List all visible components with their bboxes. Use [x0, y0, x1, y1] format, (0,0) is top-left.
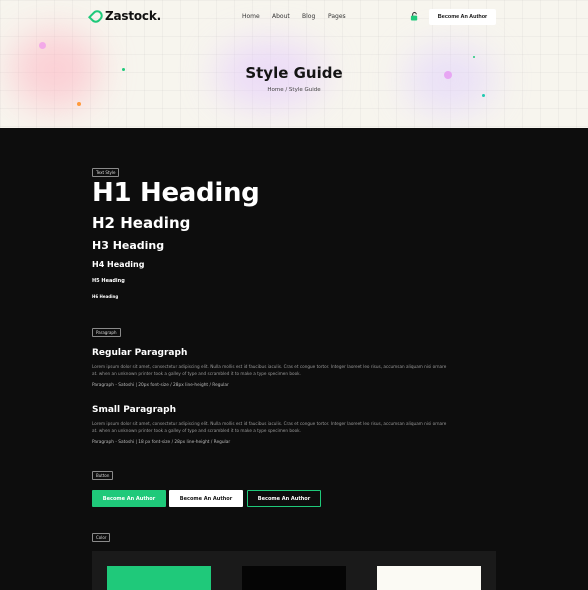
hero-dot-small: [473, 56, 475, 58]
logo-leaf-icon: [88, 7, 105, 25]
h4-heading: H4 Heading: [92, 260, 145, 269]
top-nav: Zastock. Home About Blog Pages Become An…: [0, 0, 588, 34]
small-paragraph-title: Small Paragraph: [92, 405, 176, 415]
accent-color-swatch: [107, 566, 211, 590]
nav-item-about[interactable]: About: [272, 13, 302, 20]
become-author-button[interactable]: Become An Author: [429, 9, 496, 25]
regular-paragraph-text: Lorem ipsum dolor sit amet, consectetur …: [92, 364, 447, 376]
dark-color-swatch: [242, 566, 346, 590]
button-tag: Button: [92, 471, 114, 480]
outline-button[interactable]: Become An Author: [247, 490, 321, 507]
h6-heading: H6 Heading: [92, 294, 119, 299]
small-paragraph-meta: Paragraph - Satoshi | 18 px font-size / …: [92, 440, 231, 445]
hero-dot-teal: [482, 94, 485, 97]
page-title: Style Guide: [245, 64, 343, 82]
paragraph-tag: Paragraph: [92, 328, 121, 337]
secondary-button[interactable]: Become An Author: [169, 490, 243, 507]
regular-paragraph-meta: Paragraph - Satoshi | 20px font-size / 2…: [92, 383, 229, 388]
logo[interactable]: Zastock.: [88, 7, 161, 25]
h1-heading: H1 Heading: [92, 178, 260, 208]
light-color-swatch: [377, 566, 481, 590]
lock-icon[interactable]: [410, 12, 419, 21]
small-paragraph-text: Lorem ipsum dolor sit amet, consectetur …: [92, 421, 447, 433]
hero-dot-orange: [77, 102, 81, 106]
breadcrumb: Home / Style Guide: [267, 87, 321, 93]
nav-item-home[interactable]: Home: [242, 13, 272, 20]
main-menu: Home About Blog Pages: [242, 13, 354, 20]
text-style-tag: Text Style: [92, 168, 120, 177]
h2-heading: H2 Heading: [92, 214, 191, 232]
h3-heading: H3 Heading: [92, 239, 165, 252]
primary-button[interactable]: Become An Author: [92, 490, 166, 507]
color-panel: [92, 551, 496, 590]
nav-item-pages[interactable]: Pages: [328, 13, 354, 20]
logo-text: Zastock.: [105, 9, 161, 23]
hero-dot-pink: [39, 42, 46, 49]
regular-paragraph-title: Regular Paragraph: [92, 348, 188, 358]
nav-item-blog[interactable]: Blog: [302, 13, 328, 20]
page-header: Zastock. Home About Blog Pages Become An…: [0, 0, 588, 128]
color-tag: Color: [92, 533, 111, 542]
h5-heading: H5 Heading: [92, 278, 125, 284]
